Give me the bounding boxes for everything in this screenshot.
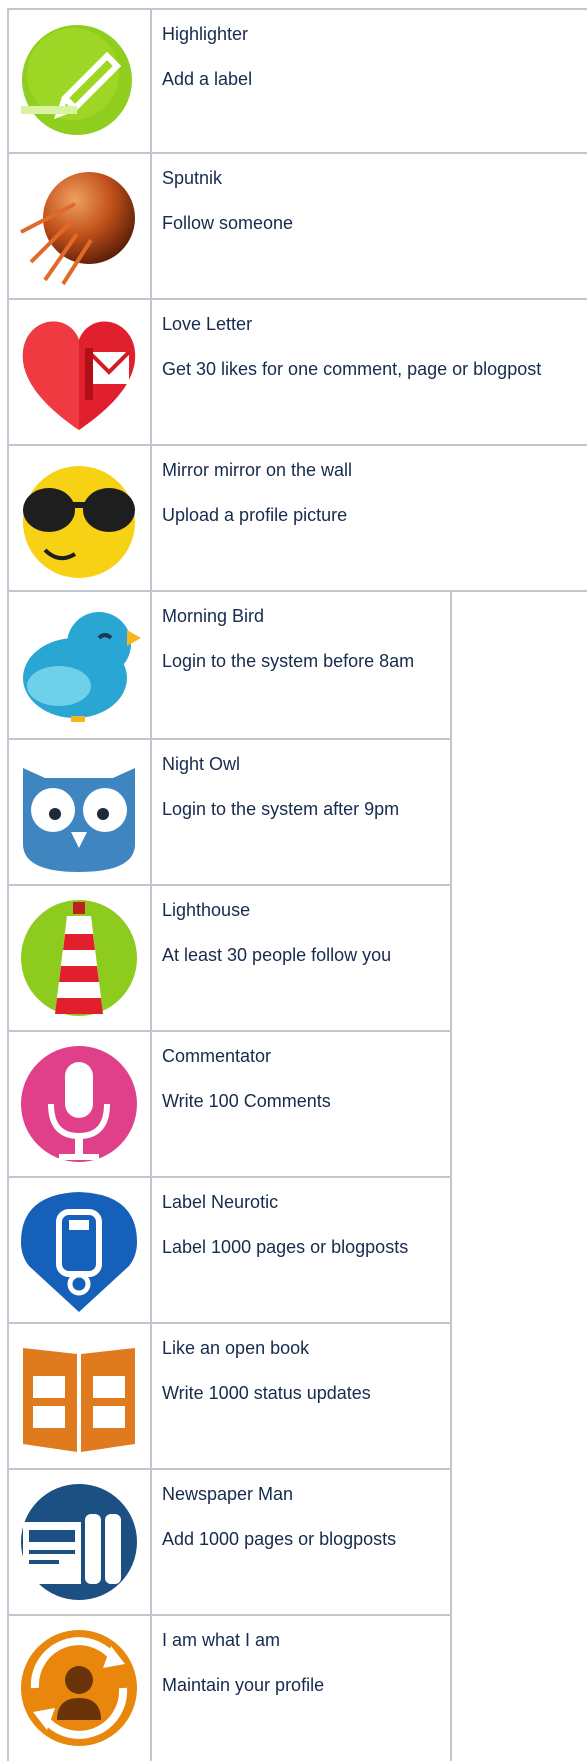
- badge-icon-cell: [9, 1032, 152, 1176]
- badge-description: Add 1000 pages or blogposts: [162, 1529, 397, 1549]
- badge-description: Label 1000 pages or blogposts: [162, 1237, 409, 1257]
- badge-row: Morning Bird Login to the system before …: [7, 592, 452, 740]
- badge-text-cell: Night Owl Login to the system after 9pm: [152, 740, 450, 884]
- badge-title: Love Letter: [162, 314, 253, 334]
- badge-text-cell: I am what I am Maintain your profile: [152, 1616, 450, 1761]
- highlighter-icon: [21, 25, 132, 135]
- sputnik-icon: [20, 172, 135, 286]
- badge-icon-cell: [9, 1324, 152, 1468]
- badge-row: Love Letter Get 30 likes for one comment…: [7, 300, 587, 446]
- badge-title: Highlighter: [162, 24, 249, 44]
- badge-icon-cell: [9, 154, 152, 298]
- badge-row: Commentator Write 100 Comments: [7, 1032, 452, 1178]
- badge-icon-cell: [9, 740, 152, 884]
- badge-description: Login to the system after 9pm: [162, 799, 400, 819]
- label-tag-icon: [21, 1192, 137, 1312]
- badge-title: Sputnik: [162, 168, 223, 188]
- badge-title: Label Neurotic: [162, 1192, 279, 1212]
- badge-description: Get 30 likes for one comment, page or bl…: [162, 359, 542, 379]
- badge-row: Like an open book Write 1000 status upda…: [7, 1324, 452, 1470]
- badge-row: Highlighter Add a label: [7, 8, 587, 154]
- badge-text-cell: Lighthouse At least 30 people follow you: [152, 886, 450, 1030]
- badge-title: Mirror mirror on the wall: [162, 460, 353, 480]
- badge-icon-cell: [9, 592, 152, 738]
- badge-row: Sputnik Follow someone: [7, 154, 587, 300]
- sunglasses-smiley-icon: [23, 466, 135, 578]
- badge-title: Like an open book: [162, 1338, 310, 1358]
- badge-icon-cell: [9, 10, 152, 152]
- badge-text-cell: Highlighter Add a label: [152, 10, 587, 152]
- badge-title: Newspaper Man: [162, 1484, 294, 1504]
- badge-text-cell: Like an open book Write 1000 status upda…: [152, 1324, 450, 1468]
- badge-title: Morning Bird: [162, 606, 265, 626]
- open-book-icon: [23, 1348, 135, 1452]
- badge-row: I am what I am Maintain your profile: [7, 1616, 452, 1761]
- badge-description: Login to the system before 8am: [162, 651, 415, 671]
- badge-icon-cell: [9, 300, 152, 444]
- badge-text-cell: Mirror mirror on the wall Upload a profi…: [152, 446, 587, 590]
- bird-icon: [23, 612, 141, 722]
- newspaper-icon: [21, 1484, 137, 1600]
- badge-description: At least 30 people follow you: [162, 945, 392, 965]
- owl-icon: [23, 768, 135, 872]
- badge-title: Lighthouse: [162, 900, 251, 920]
- badge-description: Follow someone: [162, 213, 294, 233]
- badge-title: Night Owl: [162, 754, 241, 774]
- badge-text-cell: Love Letter Get 30 likes for one comment…: [152, 300, 587, 444]
- badge-description: Upload a profile picture: [162, 505, 348, 525]
- badge-row: Lighthouse At least 30 people follow you: [7, 886, 452, 1032]
- badge-row: Newspaper Man Add 1000 pages or blogpost…: [7, 1470, 452, 1616]
- badge-row: Label Neurotic Label 1000 pages or blogp…: [7, 1178, 452, 1324]
- badge-row: Mirror mirror on the wall Upload a profi…: [7, 446, 587, 592]
- badge-title: Commentator: [162, 1046, 272, 1066]
- lighthouse-icon: [21, 900, 137, 1016]
- badge-description: Write 1000 status updates: [162, 1383, 371, 1403]
- badge-description: Add a label: [162, 69, 253, 89]
- microphone-icon: [21, 1046, 137, 1162]
- badge-row: Night Owl Login to the system after 9pm: [7, 740, 452, 886]
- badge-description: Write 100 Comments: [162, 1091, 331, 1111]
- badge-description: Maintain your profile: [162, 1675, 325, 1695]
- badge-icon-cell: [9, 1178, 152, 1322]
- badge-icon-cell: [9, 1616, 152, 1761]
- badge-title: I am what I am: [162, 1630, 281, 1650]
- badge-text-cell: Sputnik Follow someone: [152, 154, 587, 298]
- badge-icon-cell: [9, 1470, 152, 1614]
- badge-icon-cell: [9, 446, 152, 590]
- badge-text-cell: Newspaper Man Add 1000 pages or blogpost…: [152, 1470, 450, 1614]
- badge-icon-cell: [9, 886, 152, 1030]
- badge-text-cell: Label Neurotic Label 1000 pages or blogp…: [152, 1178, 450, 1322]
- badge-text-cell: Commentator Write 100 Comments: [152, 1032, 450, 1176]
- love-letter-icon: [22, 321, 136, 430]
- badge-text-cell: Morning Bird Login to the system before …: [152, 592, 450, 738]
- profile-sync-icon: [21, 1630, 137, 1746]
